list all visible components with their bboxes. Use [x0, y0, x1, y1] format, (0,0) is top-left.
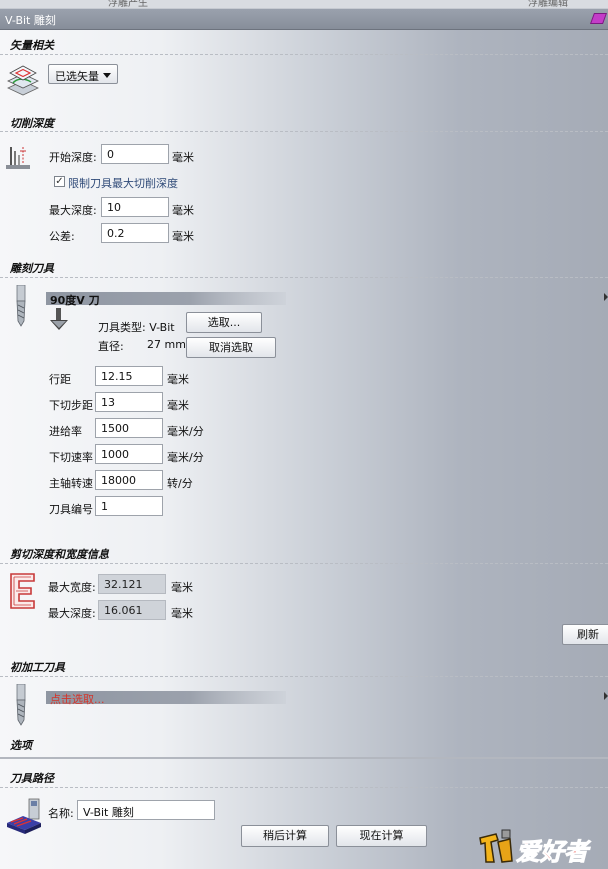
limit-depth-label[interactable]: 限制刀具最大切削深度 [68, 175, 178, 191]
plunge-rate-field[interactable]: 1000 [95, 444, 163, 464]
param-unit: 毫米 [167, 373, 189, 386]
cut-depth-icon [4, 143, 34, 171]
max-depth-label: 最大深度: [49, 204, 97, 217]
tab-relief-edit[interactable]: 浮雕编辑 [528, 0, 568, 8]
expand-arrow-icon[interactable] [604, 293, 608, 301]
stepover-field[interactable]: 12.15 [95, 366, 163, 386]
calculate-later-button[interactable]: 稍后计算 [241, 825, 329, 847]
tool-number-field[interactable]: 1 [95, 496, 163, 516]
chevron-down-icon [103, 73, 111, 78]
divider [0, 676, 608, 677]
deselect-tool-button[interactable]: 取消选取 [186, 337, 276, 358]
max-depth-field[interactable]: 10 [101, 197, 169, 217]
pin-icon[interactable] [589, 13, 608, 24]
divider [0, 277, 608, 278]
param-label: 进给率 [49, 425, 82, 438]
max-width-value: 32.121 [98, 574, 166, 594]
param-unit: 毫米 [167, 399, 189, 412]
section-depth-heading: 切削深度 [10, 117, 54, 130]
param-unit: 毫米/分 [167, 451, 204, 464]
toolpath-name-label: 名称: [48, 807, 74, 820]
section-tool-heading: 雕刻刀具 [10, 262, 54, 275]
vector-layers-icon [5, 62, 41, 100]
tool-name: 90度V 刀 [50, 294, 100, 307]
vector-selection-value: 已选矢量 [55, 70, 99, 83]
engrave-letter-icon [9, 572, 37, 610]
vector-selection-dropdown[interactable]: 已选矢量 [48, 64, 118, 84]
divider [0, 54, 608, 55]
toolpath-icon [5, 797, 43, 835]
param-unit: 转/分 [167, 477, 193, 490]
divider [0, 757, 608, 759]
tool-diameter-label: 直径: [98, 340, 124, 353]
section-info-heading: 剪切深度和宽度信息 [10, 548, 109, 561]
start-depth-label: 开始深度: [49, 151, 97, 164]
param-label: 主轴转速 [49, 477, 93, 490]
watermark-text: 爱好者 [516, 838, 589, 867]
tolerance-unit: 毫米 [172, 230, 194, 243]
section-preclear-heading: 初加工刀具 [10, 661, 65, 674]
toolpath-name-field[interactable]: V-Bit 雕刻 [77, 800, 215, 820]
vbit-icon [48, 308, 70, 332]
top-tab-strip: 浮雕产生 浮雕编辑 [0, 0, 608, 8]
tab-relief-create[interactable]: 浮雕产生 [108, 0, 148, 8]
tolerance-label: 公差: [49, 230, 75, 243]
max-width-unit: 毫米 [171, 581, 193, 594]
window-titlebar: V-Bit 雕刻 [0, 8, 608, 30]
watermark-logo: 爱好者 [476, 828, 602, 867]
endmill-icon [14, 284, 28, 327]
calculate-now-button[interactable]: 现在计算 [336, 825, 427, 847]
section-options-heading: 选项 [10, 739, 32, 752]
limit-depth-checkbox[interactable]: ✓ [54, 176, 65, 187]
max-depth-info-value: 16.061 [98, 600, 166, 620]
feed-rate-field[interactable]: 1500 [95, 418, 163, 438]
max-width-label: 最大宽度: [48, 581, 96, 594]
param-unit: 毫米/分 [167, 425, 204, 438]
divider [0, 131, 608, 132]
divider [0, 787, 608, 788]
section-toolpath-heading: 刀具路径 [10, 772, 54, 785]
tool-diameter-value: 27 mm [147, 338, 186, 351]
expand-arrow-icon[interactable] [604, 692, 608, 700]
max-depth-info-label: 最大深度: [48, 607, 96, 620]
window-title: V-Bit 雕刻 [5, 14, 56, 27]
max-depth-info-unit: 毫米 [171, 607, 193, 620]
param-label: 下切步距 [49, 399, 93, 412]
preclear-select-prompt[interactable]: 点击选取... [50, 691, 105, 707]
start-depth-unit: 毫米 [172, 151, 194, 164]
tolerance-field[interactable]: 0.2 [101, 223, 169, 243]
select-tool-button[interactable]: 选取... [186, 312, 262, 333]
start-depth-field[interactable]: 0 [101, 144, 169, 164]
param-label: 刀具编号 [49, 503, 93, 516]
endmill-icon [14, 683, 28, 726]
max-depth-unit: 毫米 [172, 204, 194, 217]
tool-type-label: 刀具类型: V-Bit [98, 321, 175, 334]
refresh-button[interactable]: 刷新 [562, 624, 608, 645]
section-vector-heading: 矢量相关 [10, 39, 54, 52]
divider [0, 563, 608, 564]
pass-depth-field[interactable]: 13 [95, 392, 163, 412]
param-label: 下切速率 [49, 451, 93, 464]
spindle-speed-field[interactable]: 18000 [95, 470, 163, 490]
param-label: 行距 [49, 373, 71, 386]
